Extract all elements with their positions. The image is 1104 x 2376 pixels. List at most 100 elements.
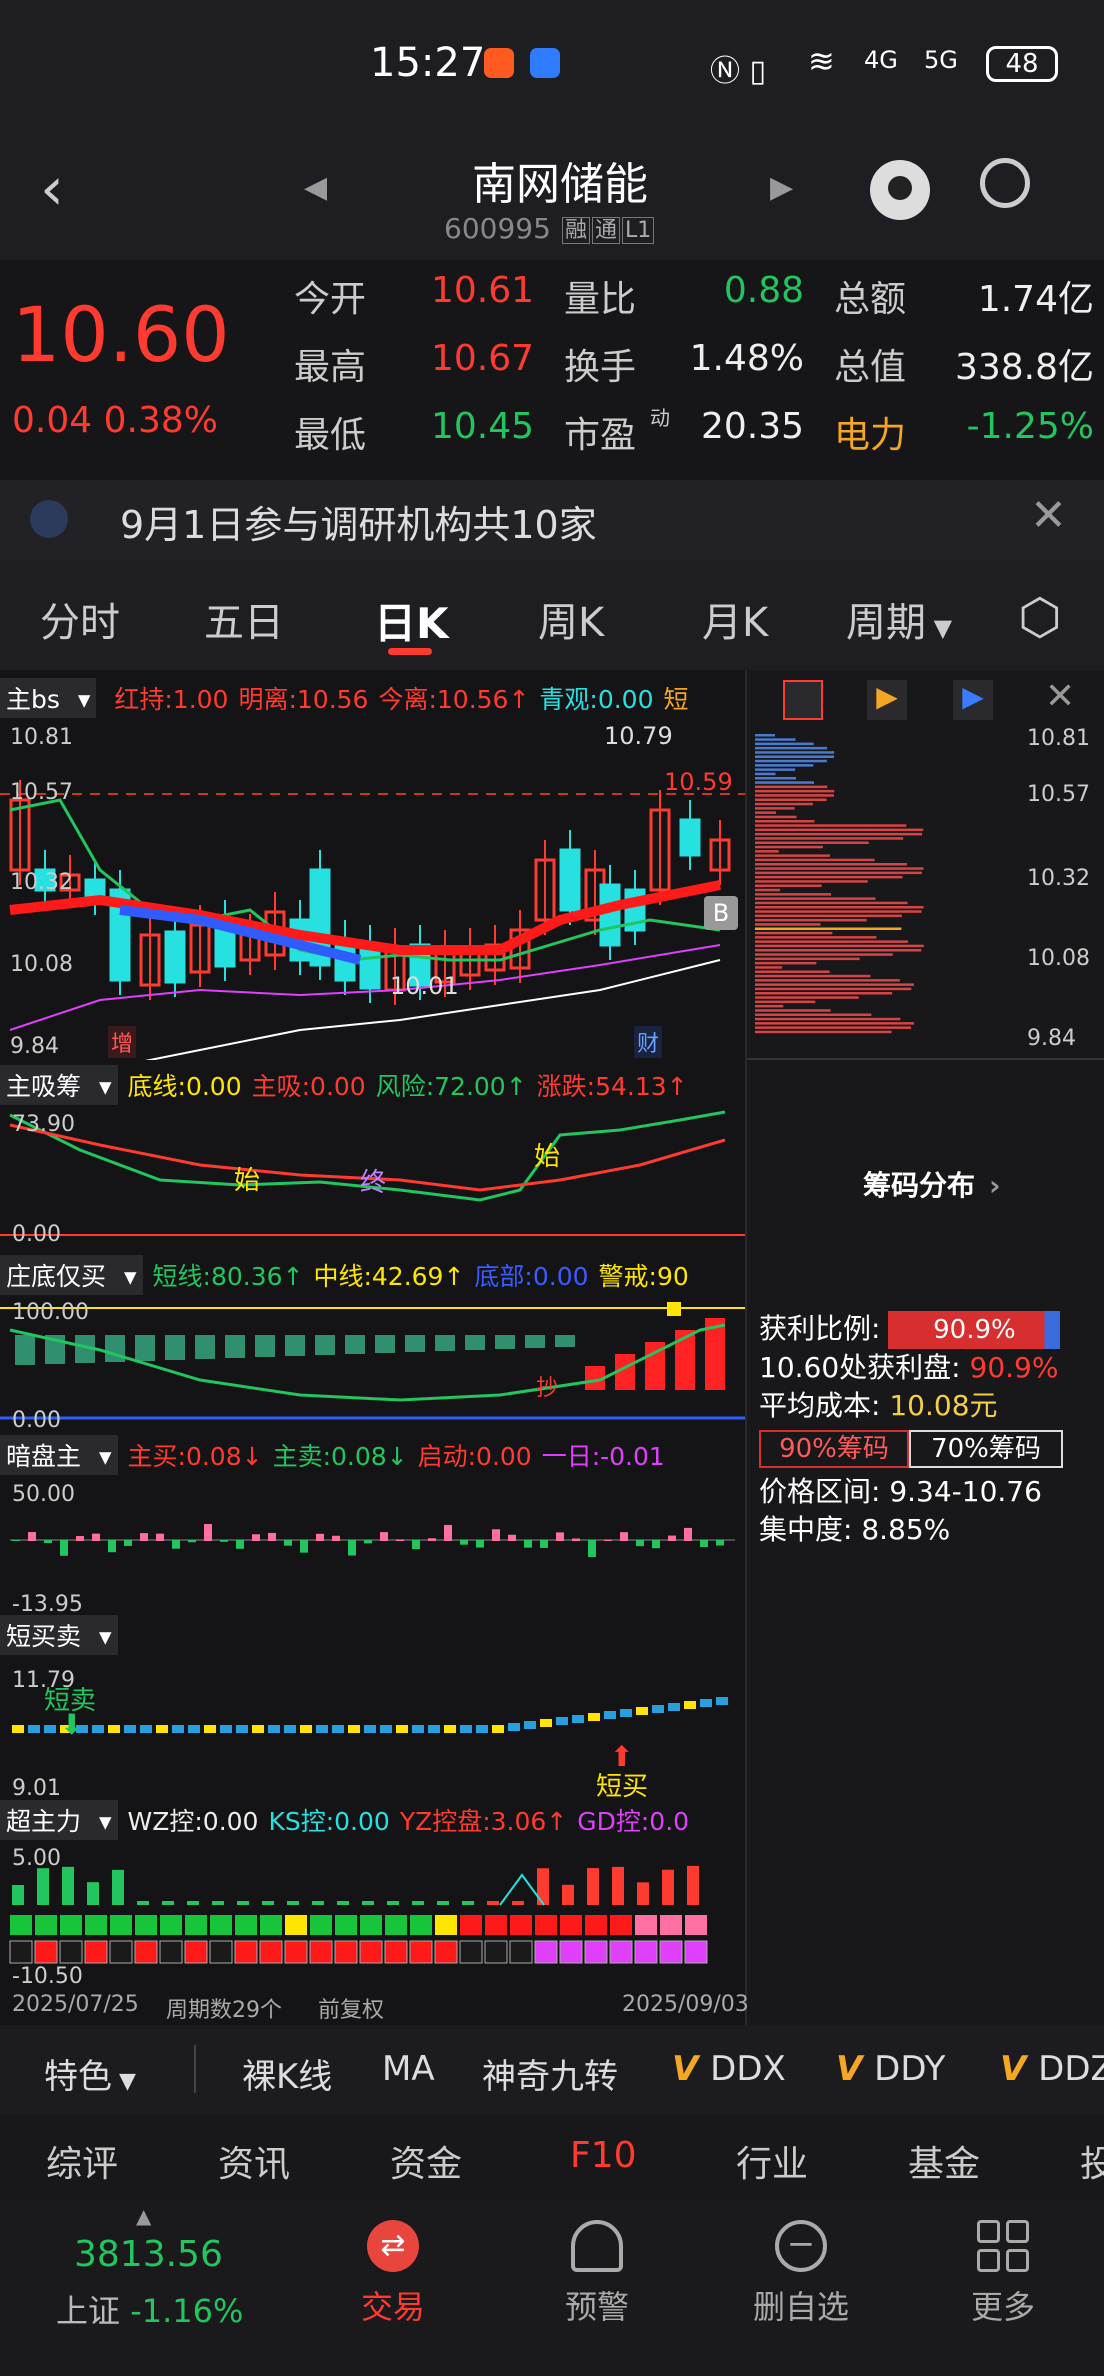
ind4-select[interactable]: 短买卖 ▾ bbox=[0, 1615, 118, 1655]
chip-bar bbox=[755, 742, 814, 746]
ind4-mark bbox=[44, 1725, 56, 1733]
settings-icon[interactable]: ⬡ bbox=[1018, 588, 1062, 646]
chip-bar bbox=[755, 811, 777, 814]
nav-trade[interactable]: ⇄ 交易 bbox=[328, 2200, 458, 2328]
chip-view-icon-3[interactable]: ▶ bbox=[953, 680, 993, 720]
mascot-icon[interactable] bbox=[870, 160, 930, 220]
chip-view-icon-2[interactable]: ▶ bbox=[867, 680, 907, 720]
tool-nine-turns[interactable]: 神奇九转 bbox=[482, 2049, 618, 2098]
nav-remove-watchlist[interactable]: − 删自选 bbox=[736, 2200, 866, 2328]
feature-select[interactable]: 特色 ▼ bbox=[44, 2049, 136, 2098]
tool-ddy[interactable]: V DDY bbox=[836, 2049, 945, 2089]
ind5-bar bbox=[487, 1901, 499, 1905]
chip-bar bbox=[755, 781, 815, 784]
quote-label: 今开 bbox=[294, 279, 367, 320]
quote-label: 总额 bbox=[834, 279, 907, 320]
quote-value: 1.48% bbox=[689, 338, 804, 379]
kline-chart[interactable] bbox=[0, 720, 745, 1060]
candle-body bbox=[559, 848, 581, 912]
ind5-bar bbox=[512, 1901, 524, 1905]
chip-bar bbox=[755, 1017, 901, 1021]
ind1-select[interactable]: 主吸筹 ▾ bbox=[0, 1065, 118, 1105]
tab-funds[interactable]: 资金 bbox=[390, 2135, 462, 2187]
ind3-chart[interactable] bbox=[0, 1480, 745, 1600]
tab-daily[interactable]: 日K bbox=[374, 590, 449, 651]
tool-ma[interactable]: MA bbox=[382, 2049, 435, 2089]
chip-bar bbox=[755, 961, 817, 965]
change-percent: 0.38% bbox=[103, 400, 218, 441]
ind5-bar bbox=[62, 1866, 74, 1905]
ind3-select[interactable]: 暗盘主 ▾ bbox=[0, 1435, 118, 1475]
tool-ddx[interactable]: V DDX bbox=[672, 2049, 786, 2089]
index-expand-icon[interactable]: ▲ bbox=[136, 2204, 151, 2228]
tool-ddz[interactable]: V DDZ bbox=[1000, 2049, 1104, 2089]
next-stock-button[interactable]: ▶ bbox=[770, 170, 793, 205]
tab-5day[interactable]: 五日 bbox=[204, 590, 284, 648]
tool-naked-k[interactable]: 裸K线 bbox=[242, 2049, 332, 2098]
chip-view-icon-1[interactable] bbox=[783, 680, 823, 720]
ind2-bar bbox=[345, 1335, 365, 1354]
search-icon[interactable] bbox=[980, 158, 1030, 208]
ind5-chart[interactable] bbox=[0, 1845, 745, 1980]
tab-fund[interactable]: 基金 bbox=[908, 2135, 980, 2187]
chip-bar bbox=[755, 815, 797, 819]
tab-news[interactable]: 资讯 bbox=[218, 2135, 290, 2187]
buy-signal-badge[interactable]: B bbox=[704, 896, 738, 930]
chip-distribution-link[interactable]: 筹码分布 › bbox=[863, 1164, 1001, 1204]
axis-adjust-mode[interactable]: 前复权 bbox=[318, 1992, 384, 2024]
back-button[interactable]: ‹ bbox=[40, 154, 64, 224]
chip-close-icon[interactable]: ✕ bbox=[1045, 676, 1075, 717]
event-tag-zeng[interactable]: 增 bbox=[108, 1026, 137, 1058]
chip-90-button[interactable]: 90%筹码 bbox=[759, 1430, 909, 1468]
chip-bar bbox=[755, 738, 796, 741]
ind5-cell-top bbox=[60, 1915, 82, 1935]
tool-ddx-label: DDX bbox=[710, 2049, 786, 2089]
event-tag-cai[interactable]: 财 bbox=[634, 1026, 663, 1058]
tab-f10[interactable]: F10 bbox=[570, 2135, 637, 2176]
vip-icon: V bbox=[836, 2049, 875, 2089]
tab-monthly[interactable]: 月K bbox=[702, 590, 768, 648]
tab-invest[interactable]: 投 bbox=[1080, 2135, 1104, 2187]
index-row[interactable]: 上证 -1.16% bbox=[56, 2286, 243, 2332]
ind5-cell-bottom bbox=[109, 1940, 133, 1964]
ind5-cell-bottom bbox=[459, 1940, 483, 1964]
ind4-select-label: 短买卖 bbox=[6, 1622, 82, 1651]
ind2-bar bbox=[225, 1335, 245, 1358]
tab-industry[interactable]: 行业 bbox=[736, 2135, 808, 2187]
close-icon[interactable]: ✕ bbox=[1030, 490, 1067, 541]
nav-alert[interactable]: 预警 bbox=[532, 2200, 662, 2328]
ind5-cell-top bbox=[535, 1915, 557, 1935]
nav-more[interactable]: 更多 bbox=[938, 2200, 1068, 2328]
chip-divider bbox=[747, 1058, 1104, 1060]
ind5-cell-top bbox=[635, 1915, 657, 1935]
ind3-bar bbox=[76, 1536, 84, 1541]
tab-overview[interactable]: 综评 bbox=[46, 2135, 118, 2187]
chip-70-button[interactable]: 70%筹码 bbox=[909, 1430, 1063, 1468]
tab-period[interactable]: 周期 ▼ bbox=[846, 590, 952, 648]
notice-bar[interactable]: 9月1日参与调研机构共10家 ✕ bbox=[0, 480, 1104, 560]
tab-weekly[interactable]: 周K bbox=[538, 590, 604, 648]
main-indicator-select[interactable]: 主bs ▾ bbox=[0, 678, 97, 718]
ind3-bar bbox=[652, 1540, 660, 1549]
chip-bar bbox=[755, 863, 907, 866]
ind1-value-0: 底线:0.00 bbox=[127, 1072, 242, 1101]
chip-bar bbox=[755, 910, 922, 913]
prev-stock-button[interactable]: ◀ bbox=[304, 170, 327, 205]
ind2-mark: 抄 bbox=[536, 1376, 559, 1401]
ind5-bar bbox=[612, 1866, 624, 1905]
wifi-icon: ≋ bbox=[808, 42, 835, 80]
index-value[interactable]: 3813.56 bbox=[74, 2234, 223, 2275]
main-y-top: 10.81 bbox=[10, 725, 73, 750]
ind5-cell-bottom bbox=[209, 1940, 233, 1964]
ind1-value-3: 涨跌:54.13↑ bbox=[536, 1072, 688, 1101]
tab-intraday[interactable]: 分时 bbox=[40, 590, 120, 648]
ind4-mark bbox=[604, 1711, 616, 1719]
ind4-mark bbox=[316, 1725, 328, 1733]
stock-header: ‹ ◀ 南网储能 600995 融通 L1 ▶ bbox=[0, 130, 1104, 260]
ind2-chart[interactable] bbox=[0, 1300, 745, 1420]
time-axis: 2025/07/25 周期数29个 前复权 2025/09/03 bbox=[0, 1988, 749, 2024]
ind5-select[interactable]: 超主力 ▾ bbox=[0, 1800, 118, 1840]
chip-bar bbox=[755, 918, 867, 922]
chip-bar bbox=[755, 789, 835, 793]
ind2-select[interactable]: 庄底仅买 ▾ bbox=[0, 1255, 143, 1295]
